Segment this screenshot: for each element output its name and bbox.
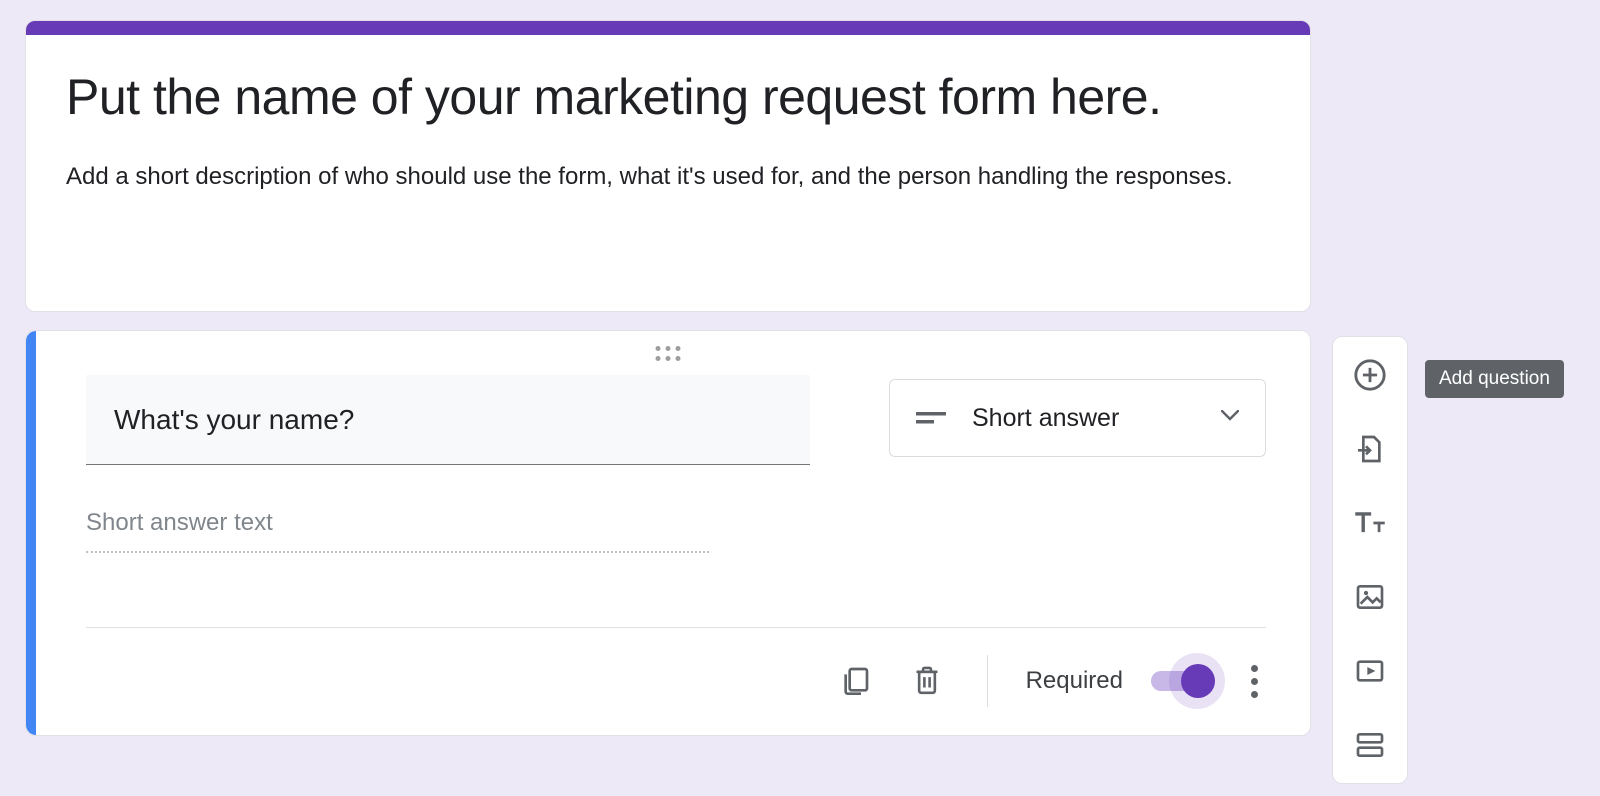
- add-question-button[interactable]: [1350, 355, 1390, 395]
- duplicate-button[interactable]: [833, 659, 877, 703]
- image-icon: [1354, 581, 1386, 613]
- question-title-input[interactable]: [86, 375, 810, 465]
- required-toggle[interactable]: [1151, 663, 1215, 699]
- section-icon: [1354, 729, 1386, 761]
- question-footer: Required: [26, 627, 1310, 735]
- title-icon: [1353, 509, 1387, 537]
- answer-preview: Short answer text: [86, 509, 709, 553]
- drag-handle-icon[interactable]: [656, 346, 681, 361]
- floating-toolbar: [1332, 336, 1408, 784]
- delete-button[interactable]: [905, 659, 949, 703]
- tooltip: Add question: [1425, 360, 1564, 398]
- video-icon: [1354, 655, 1386, 687]
- import-questions-button[interactable]: [1350, 429, 1390, 469]
- add-video-button[interactable]: [1350, 651, 1390, 691]
- short-answer-icon: [916, 409, 946, 427]
- separator: [987, 655, 988, 707]
- duplicate-icon: [839, 665, 871, 697]
- form-title[interactable]: Put the name of your marketing request f…: [66, 65, 1270, 130]
- more-options-button[interactable]: [1243, 665, 1266, 698]
- import-file-icon: [1354, 433, 1386, 465]
- required-label: Required: [1026, 667, 1123, 695]
- add-title-button[interactable]: [1350, 503, 1390, 543]
- question-type-select[interactable]: Short answer: [889, 379, 1266, 457]
- plus-circle-icon: [1353, 358, 1387, 392]
- trash-icon: [911, 664, 943, 698]
- add-image-button[interactable]: [1350, 577, 1390, 617]
- question-type-label: Short answer: [972, 404, 1119, 433]
- form-header-card: Put the name of your marketing request f…: [25, 20, 1311, 312]
- question-title-wrap: [86, 375, 810, 465]
- add-section-button[interactable]: [1350, 725, 1390, 765]
- accent-bar: [26, 21, 1310, 35]
- chevron-down-icon: [1221, 409, 1239, 427]
- question-card: Short answer Short answer text Required: [25, 330, 1311, 736]
- form-description[interactable]: Add a short description of who should us…: [66, 160, 1270, 194]
